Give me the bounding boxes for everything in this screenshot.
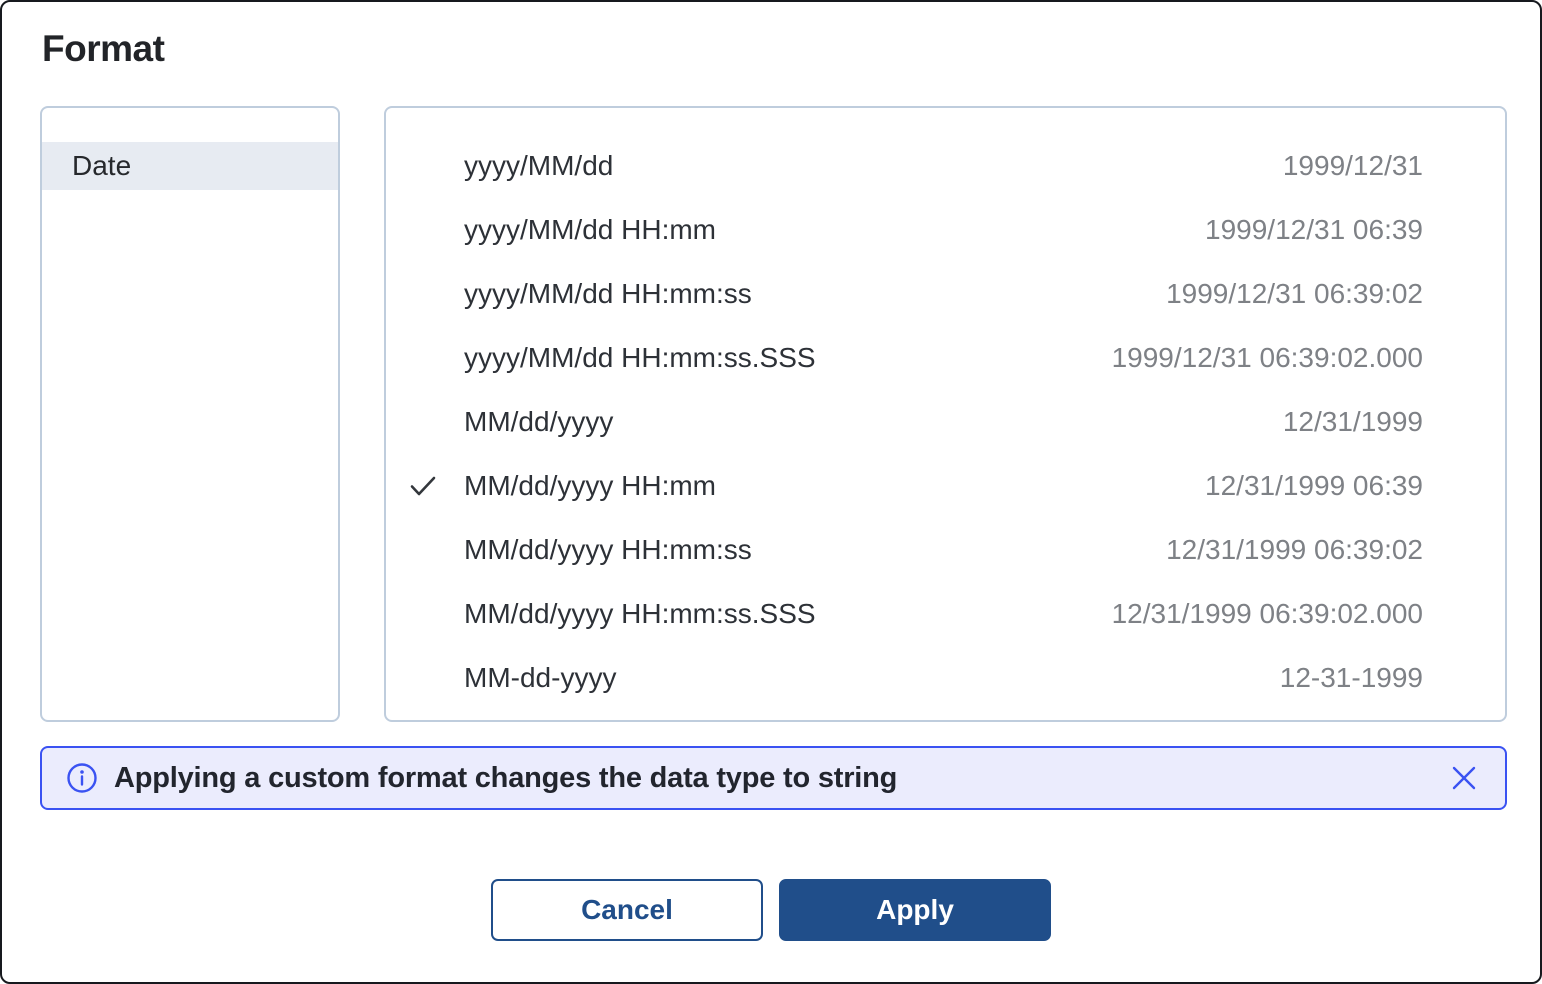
checkmark-icon: [408, 535, 438, 565]
sidebar-item-label: Date: [72, 150, 131, 182]
checkmark-icon: [408, 663, 438, 693]
checkmark-icon: [408, 599, 438, 629]
format-dialog: Format Date yyyy/MM/dd 1999/12/31 yyyy/M…: [0, 0, 1542, 984]
field-list-panel: Date: [40, 106, 340, 722]
format-example: 12/31/1999 06:39:02: [1166, 534, 1423, 566]
format-pattern: yyyy/MM/dd: [464, 150, 613, 182]
format-option[interactable]: MM-dd-yyyy 12-31-1999: [386, 646, 1505, 710]
dialog-actions: Cancel Apply: [2, 879, 1540, 941]
format-pattern: MM/dd/yyyy HH:mm:ss: [464, 534, 752, 566]
format-example: 12/31/1999 06:39: [1205, 470, 1423, 502]
checkmark-icon: [408, 279, 438, 309]
format-option[interactable]: MM/dd/yyyy HH:mm:ss.SSS 12/31/1999 06:39…: [386, 582, 1505, 646]
format-option[interactable]: yyyy/MM/dd 1999/12/31: [386, 134, 1505, 198]
format-list: yyyy/MM/dd 1999/12/31 yyyy/MM/dd HH:mm 1…: [386, 108, 1505, 710]
format-pattern: MM/dd/yyyy HH:mm:ss.SSS: [464, 598, 816, 630]
apply-button[interactable]: Apply: [779, 879, 1051, 941]
cancel-button[interactable]: Cancel: [491, 879, 763, 941]
checkmark-icon: [408, 407, 438, 437]
format-example: 1999/12/31: [1283, 150, 1423, 182]
checkmark-icon: [408, 215, 438, 245]
format-example: 1999/12/31 06:39: [1205, 214, 1423, 246]
format-option[interactable]: MM/dd/yyyy HH:mm:ss 12/31/1999 06:39:02: [386, 518, 1505, 582]
banner-message: Applying a custom format changes the dat…: [114, 762, 1447, 795]
format-option[interactable]: yyyy/MM/dd HH:mm 1999/12/31 06:39: [386, 198, 1505, 262]
close-icon[interactable]: [1447, 761, 1481, 795]
format-example: 1999/12/31 06:39:02.000: [1112, 342, 1423, 374]
format-pattern: MM-dd-yyyy: [464, 662, 616, 694]
format-list-panel: yyyy/MM/dd 1999/12/31 yyyy/MM/dd HH:mm 1…: [384, 106, 1507, 722]
format-example: 12-31-1999: [1280, 662, 1423, 694]
format-option[interactable]: yyyy/MM/dd HH:mm:ss.SSS 1999/12/31 06:39…: [386, 326, 1505, 390]
info-banner: Applying a custom format changes the dat…: [40, 746, 1507, 810]
format-option[interactable]: MM/dd/yyyy 12/31/1999: [386, 390, 1505, 454]
format-example: 12/31/1999: [1283, 406, 1423, 438]
sidebar-item-date[interactable]: Date: [42, 142, 338, 190]
format-pattern: yyyy/MM/dd HH:mm:ss: [464, 278, 752, 310]
format-pattern: MM/dd/yyyy: [464, 406, 613, 438]
dialog-title: Format: [42, 28, 164, 70]
info-icon: [66, 762, 98, 794]
format-example: 1999/12/31 06:39:02: [1166, 278, 1423, 310]
checkmark-icon: [408, 471, 438, 501]
checkmark-icon: [408, 343, 438, 373]
format-pattern: MM/dd/yyyy HH:mm: [464, 470, 716, 502]
format-option[interactable]: MM/dd/yyyy HH:mm 12/31/1999 06:39: [386, 454, 1505, 518]
format-option[interactable]: yyyy/MM/dd HH:mm:ss 1999/12/31 06:39:02: [386, 262, 1505, 326]
format-pattern: yyyy/MM/dd HH:mm: [464, 214, 716, 246]
format-example: 12/31/1999 06:39:02.000: [1112, 598, 1423, 630]
format-pattern: yyyy/MM/dd HH:mm:ss.SSS: [464, 342, 816, 374]
checkmark-icon: [408, 151, 438, 181]
